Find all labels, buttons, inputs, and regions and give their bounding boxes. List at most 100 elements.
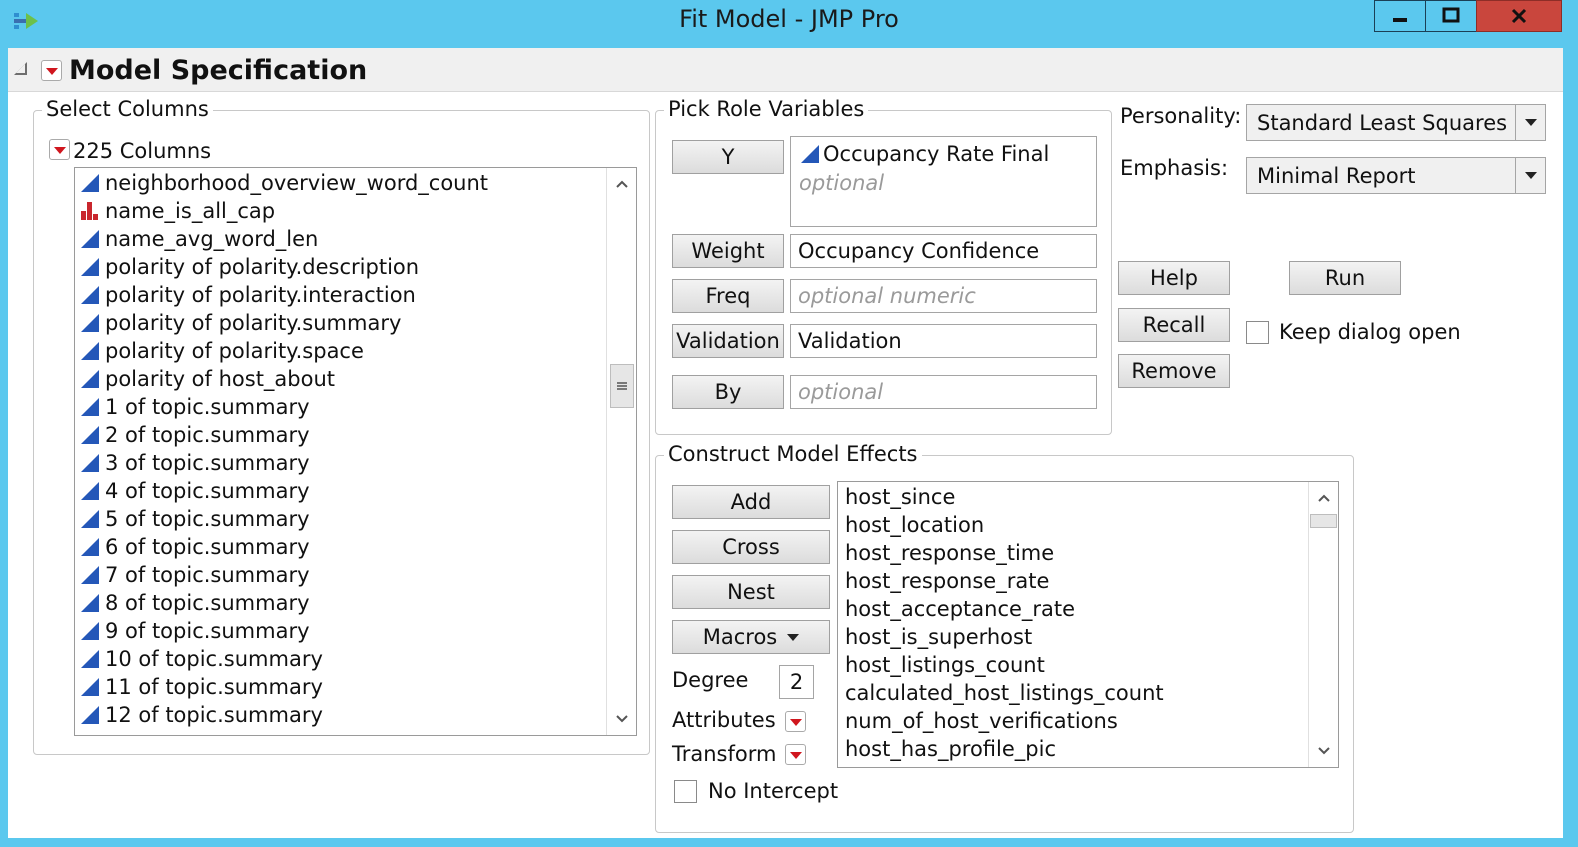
window-title: Fit Model - JMP Pro xyxy=(679,5,899,33)
add-effect-button[interactable]: Add xyxy=(672,485,830,519)
column-list-item[interactable]: polarity of polarity.summary xyxy=(75,309,606,337)
validation-role-button[interactable]: Validation xyxy=(672,324,784,358)
transform-red-triangle-icon[interactable] xyxy=(785,744,806,765)
column-list-item[interactable]: 11 of topic.summary xyxy=(75,673,606,701)
column-list-item[interactable]: polarity of polarity.space xyxy=(75,337,606,365)
cross-effect-button[interactable]: Cross xyxy=(672,530,830,564)
continuous-icon xyxy=(81,370,99,388)
effects-list[interactable]: host_since host_location host_response_tim… xyxy=(837,481,1339,768)
recall-button[interactable]: Recall xyxy=(1118,308,1230,342)
effect-list-item[interactable]: host_location xyxy=(845,511,1306,539)
continuous-icon xyxy=(81,314,99,332)
personality-select[interactable]: Standard Least Squares xyxy=(1246,104,1546,141)
emphasis-label: Emphasis: xyxy=(1120,156,1229,180)
validation-role-field[interactable]: Validation xyxy=(790,324,1097,358)
y-role-value: Occupancy Rate Final xyxy=(823,142,1050,166)
continuous-icon xyxy=(81,510,99,528)
effect-list-item[interactable]: host_listings_count xyxy=(845,651,1306,679)
scroll-thumb[interactable] xyxy=(610,364,634,408)
column-list-item[interactable]: 9 of topic.summary xyxy=(75,617,606,645)
continuous-icon xyxy=(81,706,99,724)
column-list-item[interactable]: 12 of topic.summary xyxy=(75,701,606,729)
red-triangle-menu-icon[interactable] xyxy=(41,60,62,81)
column-list-item[interactable]: 5 of topic.summary xyxy=(75,505,606,533)
column-list-item[interactable]: 10 of topic.summary xyxy=(75,645,606,673)
maximize-icon xyxy=(1442,7,1460,23)
column-list-item[interactable]: polarity of polarity.interaction xyxy=(75,281,606,309)
emphasis-select[interactable]: Minimal Report xyxy=(1246,157,1546,194)
maximize-button[interactable] xyxy=(1425,0,1477,32)
columns-list-items: neighborhood_overview_word_count name_is_… xyxy=(75,169,606,729)
column-list-item[interactable]: 4 of topic.summary xyxy=(75,477,606,505)
column-list-item[interactable]: 3 of topic.summary xyxy=(75,449,606,477)
chevron-down-icon xyxy=(1515,105,1545,140)
column-name: 10 of topic.summary xyxy=(105,647,323,671)
column-list-item[interactable]: polarity of host_about xyxy=(75,365,606,393)
column-name: 8 of topic.summary xyxy=(105,591,310,615)
column-name: 1 of topic.summary xyxy=(105,395,310,419)
columns-list[interactable]: neighborhood_overview_word_count name_is_… xyxy=(74,167,637,736)
chevron-down-icon xyxy=(1515,158,1545,193)
columns-red-triangle-icon[interactable] xyxy=(49,139,70,160)
close-icon xyxy=(1511,8,1527,24)
y-role-box[interactable]: Occupancy Rate Final optional xyxy=(790,136,1097,227)
column-name: 6 of topic.summary xyxy=(105,535,310,559)
column-list-item[interactable]: 2 of topic.summary xyxy=(75,421,606,449)
minimize-button[interactable] xyxy=(1374,0,1426,32)
continuous-icon xyxy=(81,286,99,304)
nest-effect-button[interactable]: Nest xyxy=(672,575,830,609)
effect-list-item[interactable]: host_response_time xyxy=(845,539,1306,567)
remove-button[interactable]: Remove xyxy=(1118,354,1230,388)
freq-role-button[interactable]: Freq xyxy=(672,279,784,313)
keep-dialog-open-checkbox[interactable] xyxy=(1246,321,1269,344)
continuous-icon xyxy=(81,650,99,668)
column-list-item[interactable]: 1 of topic.summary xyxy=(75,393,606,421)
select-columns-group: Select Columns 225 Columns neighborhood_… xyxy=(33,97,650,755)
effect-list-item[interactable]: host_since xyxy=(845,483,1306,511)
column-list-item[interactable]: neighborhood_overview_word_count xyxy=(75,169,606,197)
column-list-item[interactable]: name_is_all_cap xyxy=(75,197,606,225)
y-role-placeholder: optional xyxy=(799,171,885,195)
dialog-client-area: Model Specification Select Columns 225 C… xyxy=(8,48,1563,838)
column-list-item[interactable]: 7 of topic.summary xyxy=(75,561,606,589)
effect-list-item[interactable]: host_acceptance_rate xyxy=(845,595,1306,623)
effect-list-item[interactable]: calculated_host_listings_count xyxy=(845,679,1306,707)
column-name: polarity of polarity.space xyxy=(105,339,364,363)
scroll-down-icon[interactable] xyxy=(1309,737,1338,765)
scroll-down-icon[interactable] xyxy=(607,705,636,733)
nominal-icon xyxy=(81,202,99,220)
effect-list-item[interactable]: host_has_profile_pic xyxy=(845,735,1306,763)
scroll-thumb[interactable] xyxy=(1310,514,1337,528)
by-role-button[interactable]: By xyxy=(672,375,784,409)
no-intercept-checkbox[interactable] xyxy=(674,780,697,803)
effects-scrollbar[interactable] xyxy=(1308,482,1338,767)
effect-list-item[interactable]: num_of_host_verifications xyxy=(845,707,1306,735)
column-list-item[interactable]: 8 of topic.summary xyxy=(75,589,606,617)
y-role-button[interactable]: Y xyxy=(672,140,784,174)
column-list-item[interactable]: name_avg_word_len xyxy=(75,225,606,253)
continuous-icon xyxy=(81,538,99,556)
weight-role-button[interactable]: Weight xyxy=(672,234,784,268)
attributes-red-triangle-icon[interactable] xyxy=(785,711,806,732)
scroll-up-icon[interactable] xyxy=(1309,484,1338,512)
degree-label: Degree xyxy=(672,668,749,692)
column-list-item[interactable]: polarity of polarity.description xyxy=(75,253,606,281)
column-list-item[interactable]: 6 of topic.summary xyxy=(75,533,606,561)
disclosure-icon[interactable] xyxy=(14,62,27,75)
continuous-icon xyxy=(801,145,819,163)
help-button[interactable]: Help xyxy=(1118,261,1230,295)
by-role-field[interactable]: optional xyxy=(790,375,1097,409)
degree-input[interactable]: 2 xyxy=(779,665,814,699)
close-button[interactable] xyxy=(1476,0,1562,32)
effect-list-item[interactable]: host_is_superhost xyxy=(845,623,1306,651)
run-button[interactable]: Run xyxy=(1289,261,1401,295)
macros-button[interactable]: Macros xyxy=(672,620,830,654)
scroll-up-icon[interactable] xyxy=(607,170,636,198)
column-name: 12 of topic.summary xyxy=(105,703,323,727)
weight-role-field[interactable]: Occupancy Confidence xyxy=(790,234,1097,268)
column-name: 2 of topic.summary xyxy=(105,423,310,447)
columns-scrollbar[interactable] xyxy=(606,168,636,735)
column-name: 3 of topic.summary xyxy=(105,451,310,475)
effect-list-item[interactable]: host_response_rate xyxy=(845,567,1306,595)
freq-role-field[interactable]: optional numeric xyxy=(790,279,1097,313)
